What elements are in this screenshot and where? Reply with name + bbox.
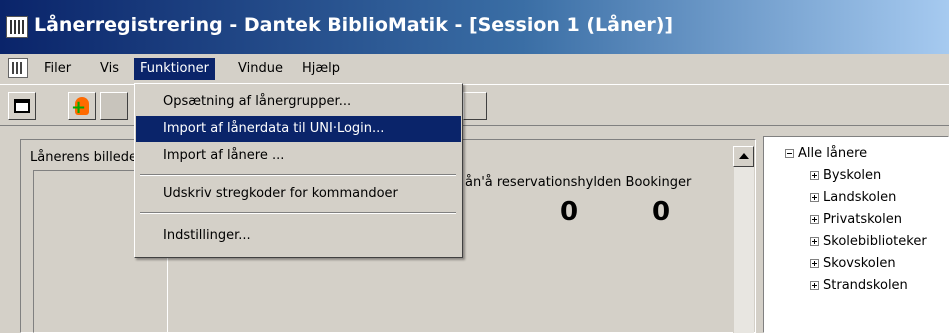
expand-icon[interactable] — [810, 281, 819, 290]
tree-item-label: Strandskolen — [823, 278, 908, 293]
app-icon[interactable] — [6, 16, 28, 38]
column-headers: ån'å reservationshylden Bookinger — [465, 175, 692, 190]
tree-item-label: Skolebiblioteker — [823, 234, 927, 249]
tree-item[interactable]: Skolebiblioteker — [810, 231, 927, 253]
photo-label: Lånerens billede — [30, 150, 137, 165]
menu-separator — [140, 212, 456, 214]
expand-icon[interactable] — [810, 171, 819, 180]
menu-funktioner[interactable]: Funktioner — [134, 58, 216, 80]
menu-vindue[interactable]: Vindue — [232, 58, 289, 80]
tree-item[interactable]: Landskolen — [810, 187, 896, 209]
tree-root-label: Alle lånere — [798, 146, 868, 161]
tree-item-label: Privatskolen — [823, 212, 902, 227]
expand-icon[interactable] — [810, 259, 819, 268]
tree-item-label: Landskolen — [823, 190, 897, 205]
menu-item-lanergrupper[interactable]: Opsætning af lånergrupper... — [136, 89, 461, 115]
expand-icon[interactable] — [810, 237, 819, 246]
tree-item-label: Skovskolen — [823, 256, 896, 271]
menu-hjaelp[interactable]: Hjælp — [296, 58, 346, 80]
tool-button[interactable] — [463, 92, 487, 120]
tree-item[interactable]: Skovskolen — [810, 253, 896, 275]
menu-item-import-unilogin[interactable]: Import af lånerdata til UNI·Login... — [136, 116, 461, 142]
window-icon[interactable] — [8, 92, 36, 120]
disabled-button[interactable] — [100, 92, 128, 120]
tree-root[interactable]: Alle lånere — [785, 143, 867, 165]
menu-item-import-lanere[interactable]: Import af lånere ... — [136, 143, 461, 169]
menu-item-indstillinger[interactable]: Indstillinger... — [136, 223, 461, 249]
menu-separator — [140, 174, 456, 176]
tree-item[interactable]: Byskolen — [810, 165, 881, 187]
tree-item[interactable]: Privatskolen — [810, 209, 902, 231]
menu-item-stregkoder[interactable]: Udskriv stregkoder for kommandoer — [136, 181, 461, 207]
expand-icon[interactable] — [810, 215, 819, 224]
scroll-up-icon[interactable] — [733, 146, 754, 167]
tree-item-label: Byskolen — [823, 168, 882, 183]
document-icon[interactable] — [8, 58, 28, 78]
tree-item[interactable]: Strandskolen — [810, 275, 908, 297]
add-user-icon[interactable] — [68, 92, 96, 120]
menu-vis[interactable]: Vis — [94, 58, 125, 80]
reservation-count: 0 — [560, 197, 579, 227]
vertical-scrollbar[interactable] — [733, 146, 754, 333]
menu-filer[interactable]: Filer — [38, 58, 77, 80]
booking-count: 0 — [652, 197, 671, 227]
expand-icon[interactable] — [810, 193, 819, 202]
window-title: Lånerregistrering - Dantek BiblioMatik -… — [34, 14, 674, 36]
collapse-icon[interactable] — [785, 149, 794, 158]
